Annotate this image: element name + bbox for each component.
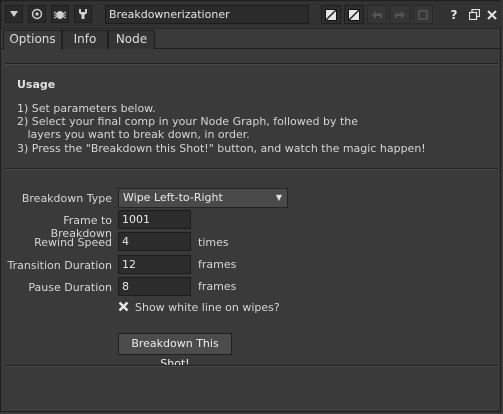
redo-button[interactable] bbox=[390, 5, 410, 24]
wrench-icon bbox=[79, 9, 87, 19]
node-name-field[interactable]: Breakdownerizationer bbox=[105, 5, 309, 24]
tab-node[interactable]: Node bbox=[108, 30, 155, 49]
undo-icon bbox=[372, 10, 382, 19]
properties-panel: Breakdownerizationer ? Options Info Node… bbox=[0, 0, 502, 412]
reset-button[interactable] bbox=[413, 5, 433, 24]
transition-duration-label: Transition Duration bbox=[7, 259, 112, 272]
top-divider bbox=[5, 63, 498, 65]
close-panel-button[interactable] bbox=[482, 5, 502, 24]
transition-duration-unit: frames bbox=[198, 258, 237, 271]
pause-duration-input[interactable]: 8 bbox=[118, 277, 191, 296]
breakdown-type-value: Wipe Left-to-Right bbox=[123, 191, 223, 204]
show-white-line-checkbox[interactable] bbox=[118, 301, 129, 312]
help-button[interactable]: ? bbox=[444, 5, 464, 24]
rewind-speed-label: Rewind Speed bbox=[34, 236, 112, 249]
circle-dot-icon bbox=[31, 8, 43, 20]
usage-divider bbox=[5, 168, 498, 170]
breakdown-this-shot-button[interactable]: Breakdown This Shot! bbox=[118, 333, 232, 370]
show-white-line-label[interactable]: Show white line on wipes? bbox=[135, 301, 280, 314]
pause-duration-label: Pause Duration bbox=[28, 281, 112, 294]
frame-to-breakdown-input[interactable]: 1001 bbox=[118, 210, 191, 229]
float-window-icon bbox=[468, 9, 480, 20]
rewind-speed-input[interactable]: 4 bbox=[118, 232, 191, 251]
tab-bar: Options Info Node bbox=[1, 29, 502, 50]
collapse-panel-button[interactable] bbox=[5, 5, 23, 23]
chevron-down-icon: ▼ bbox=[275, 193, 282, 202]
usage-line-3: layers you want to break down, in order. bbox=[17, 128, 250, 141]
reset-icon bbox=[418, 9, 428, 20]
usage-line-1: 1) Set parameters below. bbox=[17, 102, 156, 115]
tab-info[interactable]: Info bbox=[62, 30, 108, 49]
bug-icon bbox=[53, 11, 67, 19]
close-icon bbox=[487, 9, 497, 20]
color-swatch-button-2[interactable] bbox=[344, 5, 364, 24]
bug-button[interactable] bbox=[51, 5, 69, 23]
pause-duration-unit: frames bbox=[198, 280, 237, 293]
redo-icon bbox=[395, 10, 405, 19]
rewind-speed-unit: times bbox=[198, 236, 229, 249]
usage-heading: Usage bbox=[17, 78, 56, 91]
color-swatch-button-1[interactable] bbox=[321, 5, 341, 24]
usage-line-4: 3) Press the "Breakdown this Shot!" butt… bbox=[17, 142, 426, 155]
transition-duration-input[interactable]: 12 bbox=[118, 255, 191, 274]
color-swatch-icon bbox=[325, 8, 337, 21]
triangle-down-icon bbox=[10, 11, 18, 17]
breakdown-type-dropdown[interactable]: Wipe Left-to-Right ▼ bbox=[118, 188, 288, 208]
usage-line-2: 2) Select your final comp in your Node G… bbox=[17, 115, 359, 128]
float-window-button[interactable] bbox=[464, 5, 484, 24]
wrench-button[interactable] bbox=[74, 5, 92, 23]
panel-title-bar: Breakdownerizationer ? bbox=[1, 1, 502, 29]
undo-button[interactable] bbox=[367, 5, 387, 24]
breakdown-type-label: Breakdown Type bbox=[21, 192, 112, 205]
help-icon: ? bbox=[450, 7, 458, 22]
node-button[interactable] bbox=[28, 5, 46, 23]
tab-options[interactable]: Options bbox=[3, 30, 62, 50]
color-swatch-icon bbox=[348, 8, 360, 21]
bottom-divider bbox=[5, 365, 498, 367]
